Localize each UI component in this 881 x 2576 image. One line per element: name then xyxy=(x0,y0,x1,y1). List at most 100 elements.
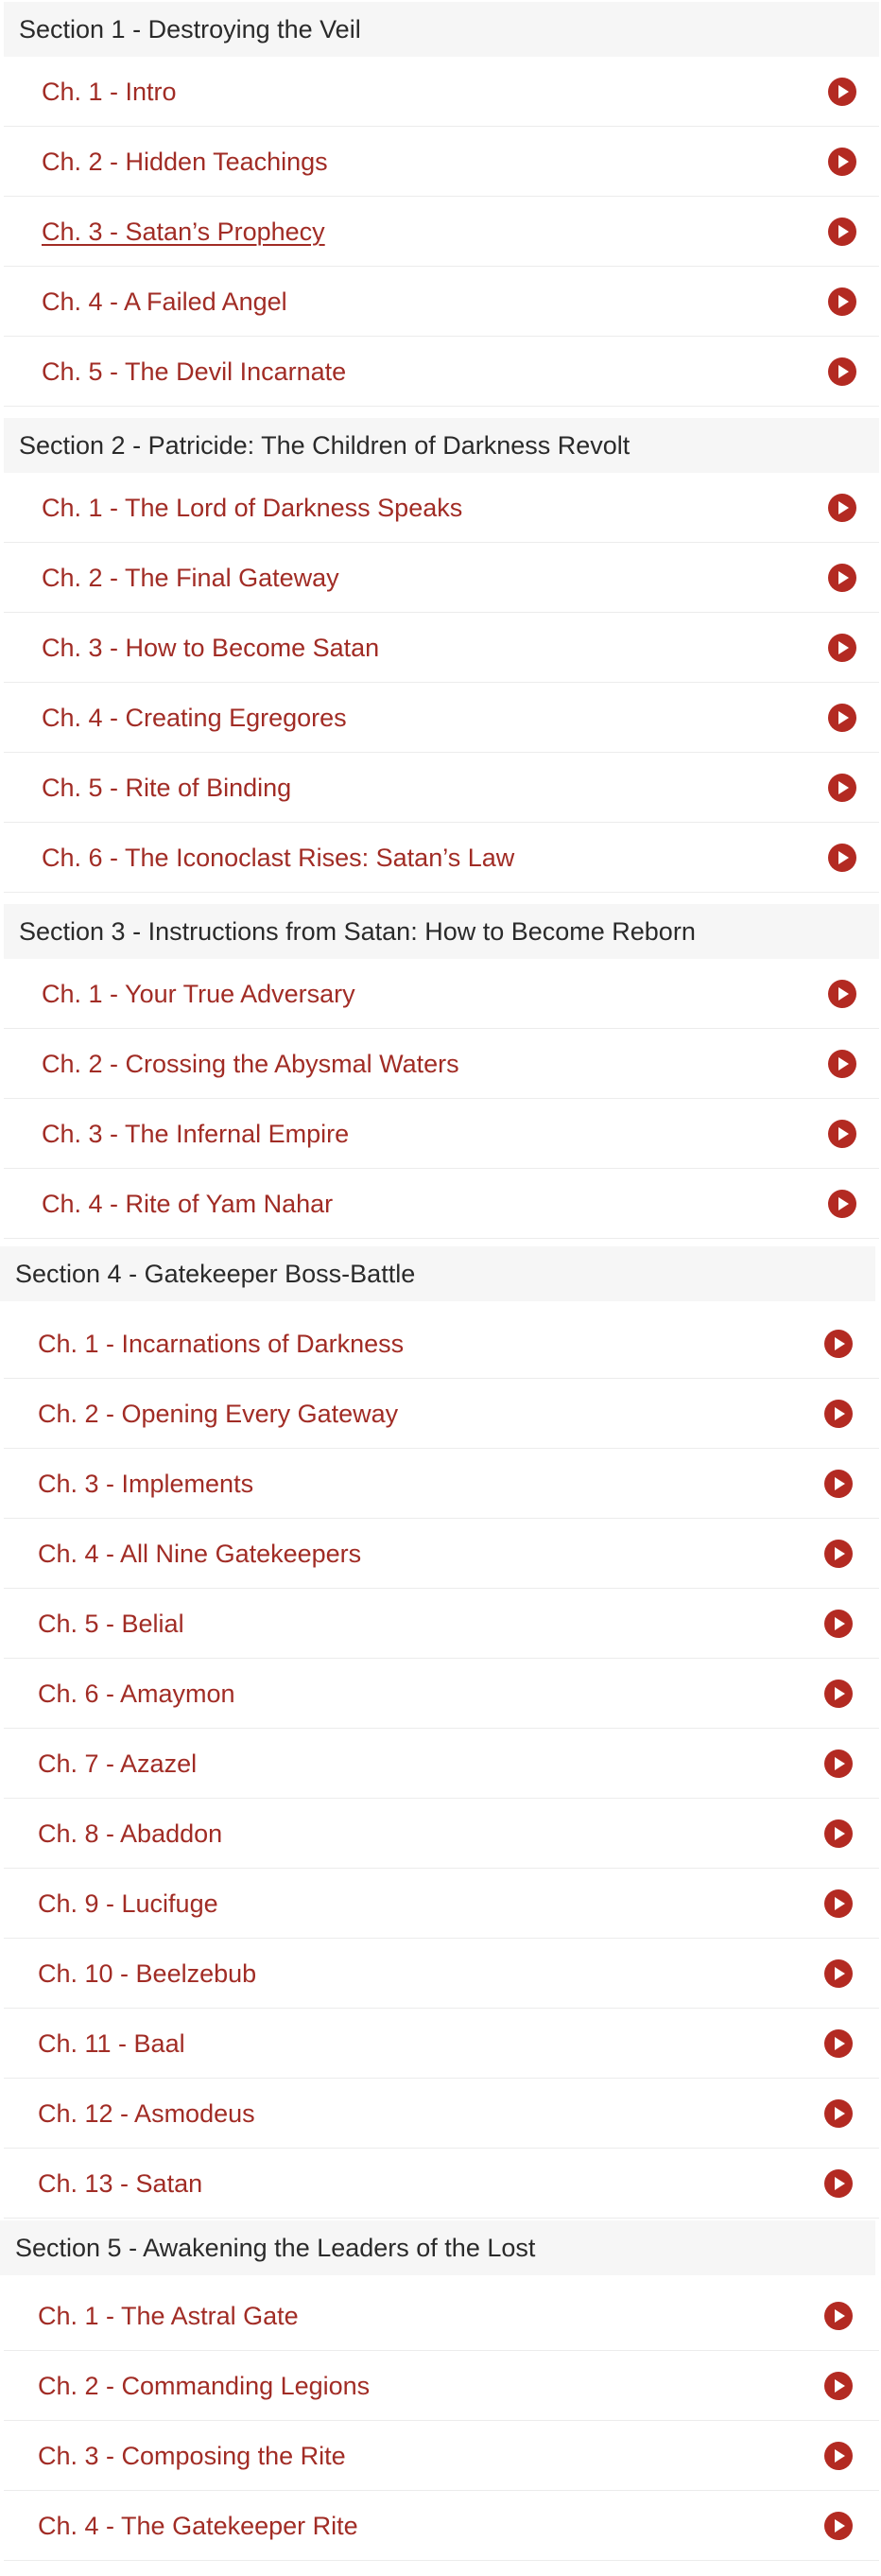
lecture-item[interactable]: Ch. 3 - How to Become Satan xyxy=(4,613,879,683)
lecture-title[interactable]: Ch. 1 - Your True Adversary xyxy=(42,959,355,1029)
play-circle-icon[interactable] xyxy=(828,1120,856,1148)
lecture-item[interactable]: Ch. 6 - The Iconoclast Rises: Satan’s La… xyxy=(4,823,879,893)
lecture-title[interactable]: Ch. 1 - The Astral Gate xyxy=(38,2281,299,2351)
lecture-item[interactable]: Ch. 1 - The Lord of Darkness Speaks xyxy=(4,473,879,543)
play-circle-icon[interactable] xyxy=(828,218,856,246)
lecture-title[interactable]: Ch. 2 - Crossing the Abysmal Waters xyxy=(42,1029,459,1099)
play-circle-icon[interactable] xyxy=(824,2442,853,2470)
lecture-item[interactable]: Ch. 6 - Amaymon xyxy=(4,1659,879,1729)
lecture-title[interactable]: Ch. 1 - Incarnations of Darkness xyxy=(38,1309,404,1379)
play-circle-icon[interactable] xyxy=(828,704,856,732)
section-title: Section 5 - Awakening the Leaders of the… xyxy=(0,2220,875,2275)
lecture-title[interactable]: Ch. 4 - All Nine Gatekeepers xyxy=(38,1519,361,1589)
play-circle-icon[interactable] xyxy=(824,1819,853,1848)
play-circle-icon[interactable] xyxy=(824,1959,853,1988)
lecture-title[interactable]: Ch. 5 - Rite of Binding xyxy=(42,753,291,823)
lecture-item[interactable]: Ch. 2 - The Final Gateway xyxy=(4,543,879,613)
play-circle-icon[interactable] xyxy=(828,494,856,522)
lecture-item[interactable]: Ch. 3 - Satan’s Prophecy xyxy=(4,197,879,267)
play-circle-icon[interactable] xyxy=(824,2169,853,2198)
play-circle-icon[interactable] xyxy=(824,2512,853,2540)
play-circle-icon[interactable] xyxy=(824,1540,853,1568)
lecture-title[interactable]: Ch. 3 - How to Become Satan xyxy=(42,613,379,683)
play-circle-icon[interactable] xyxy=(824,1889,853,1918)
lecture-title[interactable]: Ch. 2 - Hidden Teachings xyxy=(42,127,328,197)
lecture-item[interactable]: Ch. 5 - The Devil Incarnate xyxy=(4,337,879,407)
lecture-title[interactable]: Ch. 9 - Lucifuge xyxy=(38,1869,218,1939)
play-circle-icon[interactable] xyxy=(828,774,856,802)
play-circle-icon[interactable] xyxy=(828,148,856,176)
play-circle-icon[interactable] xyxy=(828,844,856,872)
lecture-item[interactable]: Ch. 4 - A Failed Angel xyxy=(4,267,879,337)
lecture-title[interactable]: Ch. 3 - The Infernal Empire xyxy=(42,1099,349,1169)
lecture-title[interactable]: Ch. 1 - The Lord of Darkness Speaks xyxy=(42,473,462,543)
play-circle-icon[interactable] xyxy=(824,2029,853,2058)
lecture-item[interactable]: Ch. 1 - Intro xyxy=(4,57,879,127)
course-curriculum: Section 1 - Destroying the Veil Ch. 1 - … xyxy=(0,0,881,2576)
play-circle-icon[interactable] xyxy=(828,634,856,662)
play-circle-icon[interactable] xyxy=(828,78,856,106)
lecture-title[interactable]: Ch. 6 - Amaymon xyxy=(38,1659,235,1729)
lecture-title[interactable]: Ch. 5 - The Devil Incarnate xyxy=(42,337,346,407)
lecture-title[interactable]: Ch. 5 - Belial xyxy=(38,1589,184,1659)
play-circle-icon[interactable] xyxy=(828,980,856,1008)
play-circle-icon[interactable] xyxy=(824,1610,853,1638)
lecture-title[interactable]: Ch. 7 - Azazel xyxy=(38,1729,197,1799)
play-circle-icon[interactable] xyxy=(824,1330,853,1358)
lecture-item[interactable]: Ch. 10 - Beelzebub xyxy=(4,1939,879,2009)
lecture-item[interactable]: Ch. 8 - Abaddon xyxy=(4,1799,879,1869)
lecture-item[interactable]: Ch. 1 - The Astral Gate xyxy=(4,2281,879,2351)
play-circle-icon[interactable] xyxy=(824,2302,853,2330)
lecture-item[interactable]: Ch. 4 - The Gatekeeper Rite xyxy=(4,2491,879,2561)
play-circle-icon[interactable] xyxy=(824,2099,853,2128)
lecture-item[interactable]: Ch. 3 - Implements xyxy=(4,1449,879,1519)
play-circle-icon[interactable] xyxy=(824,1680,853,1708)
lecture-title[interactable]: Ch. 2 - Commanding Legions xyxy=(38,2351,370,2421)
play-circle-icon[interactable] xyxy=(828,357,856,386)
lecture-item[interactable]: Ch. 4 - All Nine Gatekeepers xyxy=(4,1519,879,1589)
lecture-item[interactable]: Ch. 4 - Rite of Yam Nahar xyxy=(4,1169,879,1239)
lecture-title[interactable]: Ch. 4 - Rite of Yam Nahar xyxy=(42,1169,333,1239)
lecture-title[interactable]: Ch. 4 - Creating Egregores xyxy=(42,683,347,753)
lecture-title[interactable]: Ch. 10 - Beelzebub xyxy=(38,1939,256,2009)
lecture-item[interactable]: Ch. 5 - Rite of Binding xyxy=(4,753,879,823)
play-circle-icon[interactable] xyxy=(824,2372,853,2400)
lecture-title[interactable]: Ch. 6 - The Iconoclast Rises: Satan’s La… xyxy=(42,823,514,893)
section-title: Section 2 - Patricide: The Children of D… xyxy=(4,418,879,473)
lecture-item[interactable]: Ch. 11 - Baal xyxy=(4,2009,879,2079)
lecture-item[interactable]: Ch. 1 - Your True Adversary xyxy=(4,959,879,1029)
lecture-item[interactable]: Ch. 5 - Belial xyxy=(4,1589,879,1659)
lecture-title[interactable]: Ch. 13 - Satan xyxy=(38,2149,202,2219)
lecture-title[interactable]: Ch. 2 - The Final Gateway xyxy=(42,543,339,613)
section-title: Section 3 - Instructions from Satan: How… xyxy=(4,904,879,959)
lecture-title[interactable]: Ch. 3 - Composing the Rite xyxy=(38,2421,346,2491)
play-circle-icon[interactable] xyxy=(824,1400,853,1428)
lecture-item[interactable]: Ch. 2 - Commanding Legions xyxy=(4,2351,879,2421)
lecture-item[interactable]: Ch. 9 - Lucifuge xyxy=(4,1869,879,1939)
play-circle-icon[interactable] xyxy=(828,1190,856,1218)
lecture-item[interactable]: Ch. 13 - Satan xyxy=(4,2149,879,2219)
lecture-item[interactable]: Ch. 4 - Creating Egregores xyxy=(4,683,879,753)
lecture-title[interactable]: Ch. 4 - A Failed Angel xyxy=(42,267,287,337)
lecture-item[interactable]: Ch. 2 - Opening Every Gateway xyxy=(4,1379,879,1449)
play-circle-icon[interactable] xyxy=(824,1749,853,1778)
lecture-item[interactable]: Ch. 1 - Incarnations of Darkness xyxy=(4,1309,879,1379)
lecture-item[interactable]: Ch. 2 - Crossing the Abysmal Waters xyxy=(4,1029,879,1099)
lecture-title[interactable]: Ch. 4 - The Gatekeeper Rite xyxy=(38,2491,358,2561)
lecture-item[interactable]: Ch. 3 - The Infernal Empire xyxy=(4,1099,879,1169)
play-circle-icon[interactable] xyxy=(828,564,856,592)
lecture-title[interactable]: Ch. 3 - Implements xyxy=(38,1449,253,1519)
lecture-item[interactable]: Ch. 2 - Hidden Teachings xyxy=(4,127,879,197)
lecture-title[interactable]: Ch. 11 - Baal xyxy=(38,2009,185,2079)
play-circle-icon[interactable] xyxy=(828,287,856,316)
play-circle-icon[interactable] xyxy=(824,1470,853,1498)
play-circle-icon[interactable] xyxy=(828,1050,856,1078)
lecture-item[interactable]: Ch. 3 - Composing the Rite xyxy=(4,2421,879,2491)
lecture-title[interactable]: Ch. 12 - Asmodeus xyxy=(38,2079,255,2149)
lecture-title[interactable]: Ch. 2 - Opening Every Gateway xyxy=(38,1379,398,1449)
lecture-item[interactable]: Ch. 7 - Azazel xyxy=(4,1729,879,1799)
lecture-item[interactable]: Ch. 12 - Asmodeus xyxy=(4,2079,879,2149)
lecture-title[interactable]: Ch. 8 - Abaddon xyxy=(38,1799,222,1869)
lecture-title[interactable]: Ch. 3 - Satan’s Prophecy xyxy=(42,197,325,267)
lecture-title[interactable]: Ch. 1 - Intro xyxy=(42,57,177,127)
